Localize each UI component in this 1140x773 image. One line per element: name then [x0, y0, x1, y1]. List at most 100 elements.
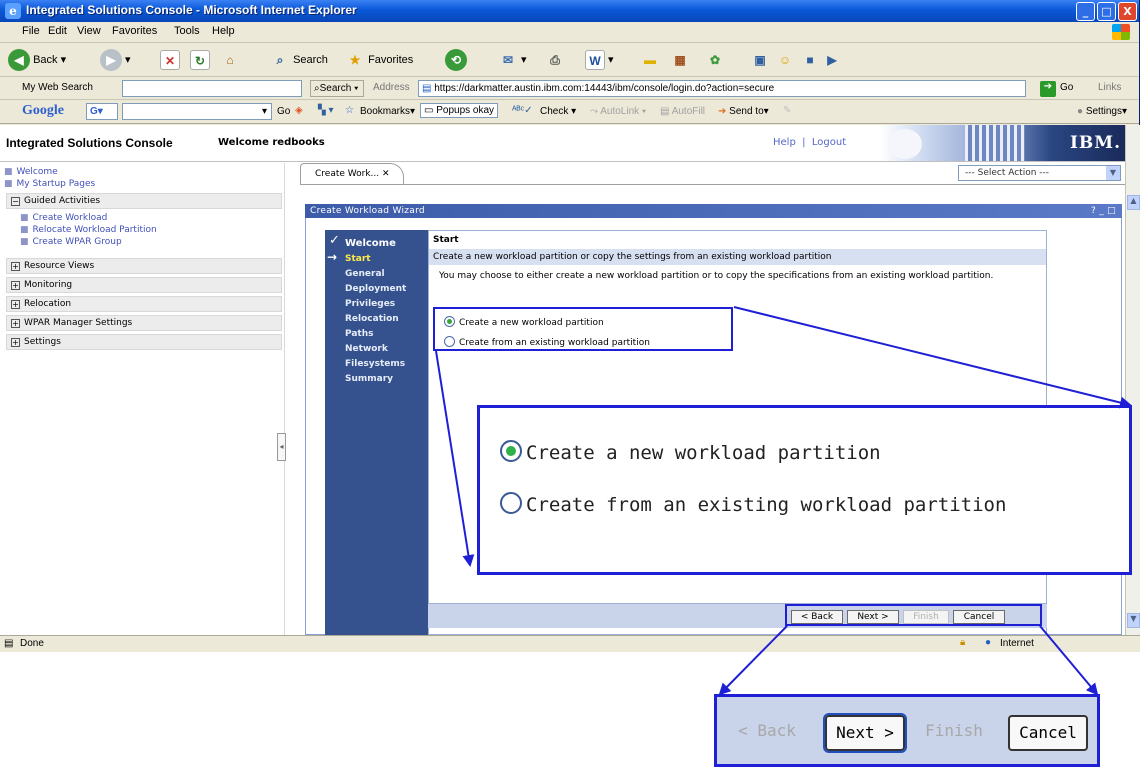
nav-link-my-startup-pages[interactable]: ■ My Startup Pages [4, 179, 95, 189]
google-options-icon[interactable]: ◈ [295, 105, 303, 116]
wizard-step-summary[interactable]: Summary [345, 374, 393, 384]
go-arrow-icon[interactable]: ➔ [1040, 81, 1056, 97]
links-label[interactable]: Links [1098, 82, 1121, 93]
stop-button[interactable]: ✕ [160, 48, 180, 72]
history-button[interactable]: ⟲ [445, 48, 467, 72]
menu-view[interactable]: View [77, 25, 101, 37]
radio-highlight-box [433, 307, 733, 351]
print-button[interactable]: ⎙ [545, 48, 565, 72]
settings-circle-icon: ● [1077, 106, 1084, 117]
back-arrow-icon: ◀ [8, 49, 30, 72]
go-button[interactable]: Go [1060, 82, 1073, 93]
wizard-step-network[interactable]: Network [345, 344, 388, 354]
favorites-button[interactable]: ★ Favorites [345, 48, 414, 72]
scroll-up-icon[interactable]: ▲ [1127, 195, 1140, 210]
section-settings[interactable]: + Settings [6, 334, 282, 350]
discuss-button[interactable]: ■ [800, 48, 820, 72]
wizard-step-filesystems[interactable]: Filesystems [345, 359, 405, 369]
edit-button[interactable]: W ▾ [585, 48, 614, 72]
back-button[interactable]: ◀ Back ▾ [8, 48, 66, 72]
welcome-user: Welcome redbooks [218, 137, 325, 148]
refresh-button[interactable]: ↻ [190, 48, 210, 72]
settings-button[interactable]: ● Settings▾ [1077, 106, 1127, 117]
autofill-button[interactable]: ▤ AutoFill [660, 106, 705, 117]
section-monitoring[interactable]: + Monitoring [6, 277, 282, 293]
bookmarks-button[interactable]: Bookmarks▾ [360, 106, 415, 117]
address-input[interactable]: ▤ https://darkmatter.austin.ibm.com:1444… [418, 80, 1026, 97]
address-toolbar: My Web Search ⌕Search ▾ Address ▤ https:… [0, 78, 1139, 100]
section-wpar-manager-settings[interactable]: + WPAR Manager Settings [6, 315, 282, 331]
google-logo: Google [22, 103, 64, 118]
pencil-icon[interactable]: ✎ [783, 105, 791, 116]
home-button[interactable]: ⌂ [220, 48, 240, 72]
smiley-button[interactable]: ☺ [775, 48, 795, 72]
send-to-button[interactable]: ➜ Send to▾ [718, 106, 769, 117]
wizard-step-privileges[interactable]: Privileges [345, 299, 395, 309]
nav-link-create-wpar-group[interactable]: ■ Create WPAR Group [20, 237, 122, 247]
nav-link-create-workload[interactable]: ■ Create Workload [20, 213, 107, 223]
autolink-button[interactable]: ⤳ AutoLink ▾ [590, 106, 646, 117]
section-guided-activities[interactable]: − Guided Activities [6, 193, 282, 209]
zoomed-radio-create-new: Create a new workload partition [500, 440, 881, 464]
folder-icon: ▬ [644, 53, 656, 68]
menu-help[interactable]: Help [212, 25, 235, 37]
google-g-button[interactable]: G▾ [86, 103, 118, 120]
nav-collapse-handle[interactable]: ◂ [277, 433, 286, 461]
google-search-input[interactable] [122, 103, 272, 120]
media-button[interactable]: ▣ [750, 48, 770, 72]
research-icon: ▦ [674, 53, 686, 68]
search-dropdown-button[interactable]: ⌕Search ▾ [310, 80, 364, 97]
folder-button[interactable]: ▬ [640, 48, 660, 72]
section-resource-views[interactable]: + Resource Views [6, 258, 282, 274]
send-to-icon: ➜ [718, 106, 727, 117]
search-toolbar-button[interactable]: ⌕ Search [270, 48, 328, 72]
help-link[interactable]: Help [773, 137, 796, 148]
zoomed-radio-create-from-existing: Create from an existing workload partiti… [500, 492, 1006, 516]
my-web-search-label: My Web Search [22, 82, 93, 93]
select-action-dropdown[interactable]: --- Select Action --- ▼ [958, 165, 1121, 181]
section-relocation[interactable]: + Relocation [6, 296, 282, 312]
tab-close-icon[interactable]: ✕ [382, 169, 390, 179]
google-go-button[interactable]: Go [277, 106, 290, 117]
mail-button[interactable]: ✉ ▾ [498, 48, 527, 72]
menu-file[interactable]: File [22, 25, 40, 37]
expand-icon: + [11, 262, 20, 271]
menu-tools[interactable]: Tools [174, 25, 200, 37]
wizard-step-deployment[interactable]: Deployment [345, 284, 406, 294]
nav-link-welcome[interactable]: ■ Welcome [4, 167, 58, 177]
wizard-description: You may choose to either create a new wo… [439, 271, 994, 281]
mail-icon: ✉ [502, 53, 514, 68]
maximize-button[interactable]: □ [1097, 2, 1116, 21]
pagerank-icon[interactable]: ▚ ▾ [318, 105, 334, 116]
nav-link-relocate-workload-partition[interactable]: ■ Relocate Workload Partition [20, 225, 157, 235]
wizard-step-welcome[interactable]: Welcome [345, 238, 396, 249]
close-button[interactable]: X [1118, 2, 1137, 21]
search-icon: ⌕ [276, 53, 284, 68]
messenger-button[interactable]: ✿ [705, 48, 725, 72]
tab-create-workload[interactable]: Create Work... ✕ [300, 163, 404, 185]
zoomed-next-button: Next > [823, 713, 907, 753]
title-bar: e Integrated Solutions Console - Microso… [0, 0, 1139, 22]
wizard-title-controls[interactable]: ? _ □ [1091, 204, 1116, 218]
wizard-step-start[interactable]: Start [345, 254, 371, 264]
google-search-dropdown-icon[interactable]: ▾ [262, 106, 267, 117]
wizard-step-paths[interactable]: Paths [345, 329, 374, 339]
scroll-down-icon[interactable]: ▼ [1127, 613, 1140, 628]
zoomed-cancel-button: Cancel [1008, 715, 1088, 751]
play-button[interactable]: ▶ [822, 48, 842, 72]
logout-link[interactable]: Logout [812, 137, 846, 148]
buttons-highlight-box [785, 604, 1042, 626]
minimize-button[interactable]: _ [1076, 2, 1095, 21]
menu-edit[interactable]: Edit [48, 25, 67, 37]
popups-button[interactable]: ▭ Popups okay [420, 103, 499, 118]
expand-icon: + [11, 338, 20, 347]
forward-button[interactable]: ▶ ▾ [100, 48, 131, 72]
zoomed-radio-callout: Create a new workload partition Create f… [477, 405, 1132, 575]
header-links: Help | Logout [773, 137, 846, 148]
research-button[interactable]: ▦ [670, 48, 690, 72]
menu-favorites[interactable]: Favorites [112, 25, 157, 37]
wizard-step-relocation[interactable]: Relocation [345, 314, 399, 324]
wizard-step-general[interactable]: General [345, 269, 385, 279]
check-button[interactable]: Check ▾ [540, 106, 576, 117]
my-web-search-input[interactable] [122, 80, 302, 97]
